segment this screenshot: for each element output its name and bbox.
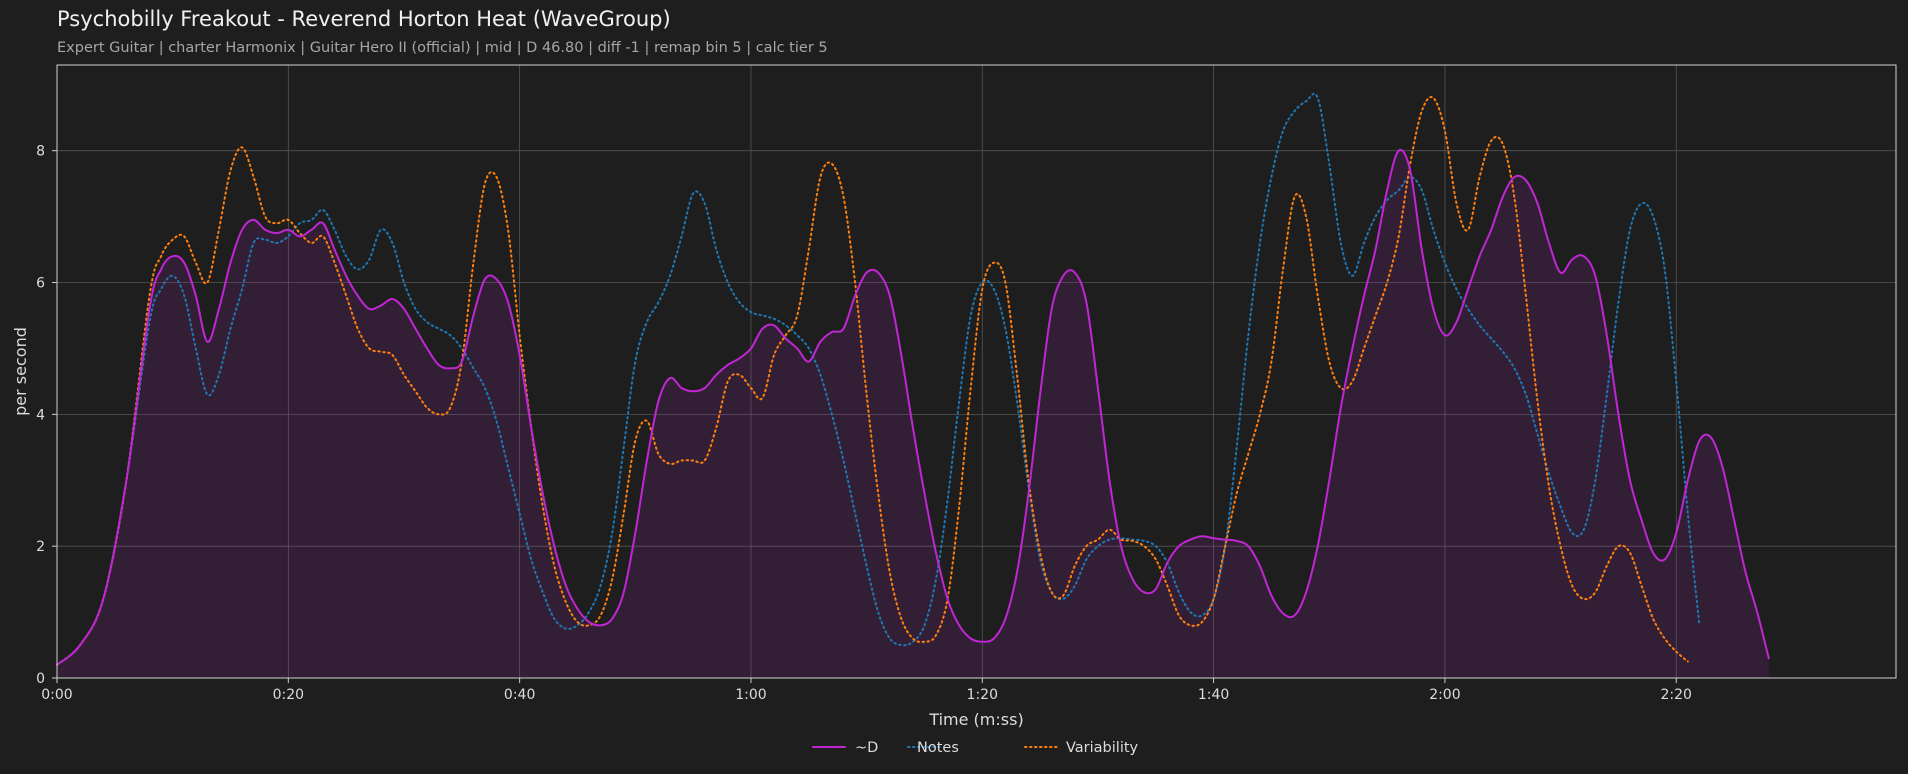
x-tick-label: 1:00	[735, 687, 766, 703]
y-axis-label: per second	[11, 327, 30, 416]
legend-label-d: ~D	[855, 740, 878, 756]
y-tick-label: 2	[36, 539, 45, 555]
x-tick-label: 0:20	[273, 687, 304, 703]
x-tick-label: 0:40	[504, 687, 535, 703]
legend-label-variability: Variability	[1066, 740, 1139, 756]
y-tick-label: 6	[36, 276, 45, 292]
y-axis-ticks: 0 2 4 6 8	[36, 144, 57, 687]
x-tick-label: 0:00	[41, 687, 72, 703]
x-tick-label: 2:00	[1429, 687, 1460, 703]
legend-label-notes: Notes	[917, 740, 959, 756]
x-axis-label: Time (m:ss)	[928, 710, 1023, 729]
x-tick-label: 1:40	[1198, 687, 1229, 703]
x-tick-label: 1:20	[967, 687, 998, 703]
x-axis-ticks: 0:00 0:20 0:40 1:00 1:20 1:40 2:00 2:20	[41, 678, 1692, 703]
legend: ~D Notes Variability	[812, 740, 1139, 756]
x-tick-label: 2:20	[1661, 687, 1692, 703]
y-tick-label: 0	[36, 671, 45, 687]
chart-canvas: 0:00 0:20 0:40 1:00 1:20 1:40 2:00 2:20 0 2 4 6 8 T…	[11, 64, 1897, 756]
y-tick-label: 8	[36, 144, 45, 160]
y-tick-label: 4	[36, 407, 45, 423]
